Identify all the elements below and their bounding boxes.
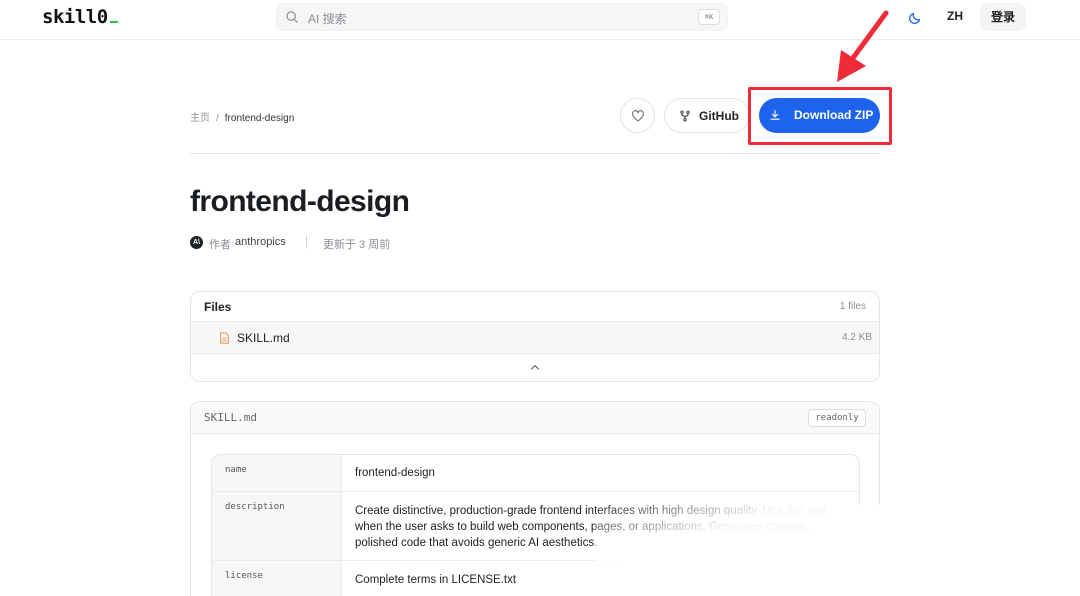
favorite-button[interactable] [620, 98, 655, 133]
author-avatar: A\ [190, 236, 203, 249]
frontmatter-key: name [225, 465, 247, 475]
frontmatter-value: Create distinctive, production-grade fro… [355, 505, 827, 549]
frontmatter-row: name frontend-design [212, 455, 859, 492]
page-title: frontend-design [190, 185, 410, 218]
top-nav-bar: skill0 AI 搜索 ⌘K ZH 登录 [0, 0, 1080, 40]
logo-cursor [109, 21, 118, 23]
files-heading: Files [204, 300, 232, 314]
skill-md-filename: SKILL.md [204, 411, 257, 424]
frontmatter-key-cell: license [212, 561, 342, 596]
file-row[interactable]: SKILL.md 4.2 KB [191, 322, 879, 354]
frontmatter-value: Complete terms in LICENSE.txt [355, 574, 517, 586]
skill-md-viewer: SKILL.md readonly name frontend-design d… [190, 401, 880, 596]
files-count: 1 files [839, 301, 866, 312]
frontmatter-row: description Create distinctive, producti… [212, 492, 859, 561]
author-prefix: 作者 [209, 239, 231, 251]
search-input[interactable]: AI 搜索 ⌘K [276, 3, 728, 31]
skill-md-header: SKILL.md readonly [191, 402, 879, 434]
collapse-files-button[interactable] [191, 354, 879, 381]
author-name[interactable]: anthropics [235, 236, 286, 248]
heart-icon [632, 110, 644, 122]
breadcrumb: 主页 / frontend-design [190, 109, 294, 124]
search-placeholder: AI 搜索 [308, 12, 347, 26]
file-icon [220, 332, 229, 344]
annotation-arrow-icon [837, 10, 889, 82]
frontmatter-row: license Complete terms in LICENSE.txt [212, 561, 859, 596]
files-panel: Files 1 files SKILL.md 4.2 KB [190, 291, 880, 382]
readonly-badge: readonly [808, 409, 866, 427]
frontmatter-key-cell: name [212, 455, 342, 491]
frontmatter-key: license [225, 571, 263, 581]
header-divider [190, 153, 880, 154]
frontmatter-key: description [225, 502, 285, 512]
language-toggle[interactable]: ZH [947, 9, 963, 23]
breadcrumb-separator: / [216, 113, 219, 124]
breadcrumb-current: frontend-design [224, 113, 295, 124]
file-size: 4.2 KB [841, 332, 872, 343]
git-fork-icon [680, 110, 690, 122]
frontmatter-value: frontend-design [355, 467, 435, 479]
files-header: Files 1 files [191, 292, 879, 322]
breadcrumb-home[interactable]: 主页 [190, 113, 210, 124]
frontmatter-table: name frontend-design description Create … [211, 454, 860, 596]
chevron-up-icon [530, 364, 540, 370]
updated-time: 更新于 3 周前 [323, 239, 391, 251]
search-icon [286, 11, 298, 23]
logo[interactable]: skill0 [42, 6, 118, 28]
login-button[interactable]: 登录 [980, 3, 1026, 31]
highlight-box [748, 87, 892, 145]
search-shortcut-badge: ⌘K [698, 9, 720, 25]
meta-separator [306, 235, 307, 249]
github-button[interactable]: GitHub [664, 98, 750, 133]
moon-icon[interactable] [908, 9, 924, 25]
frontmatter-key-cell: description [212, 492, 342, 560]
github-button-label: GitHub [699, 109, 739, 123]
file-name: SKILL.md [237, 331, 290, 345]
